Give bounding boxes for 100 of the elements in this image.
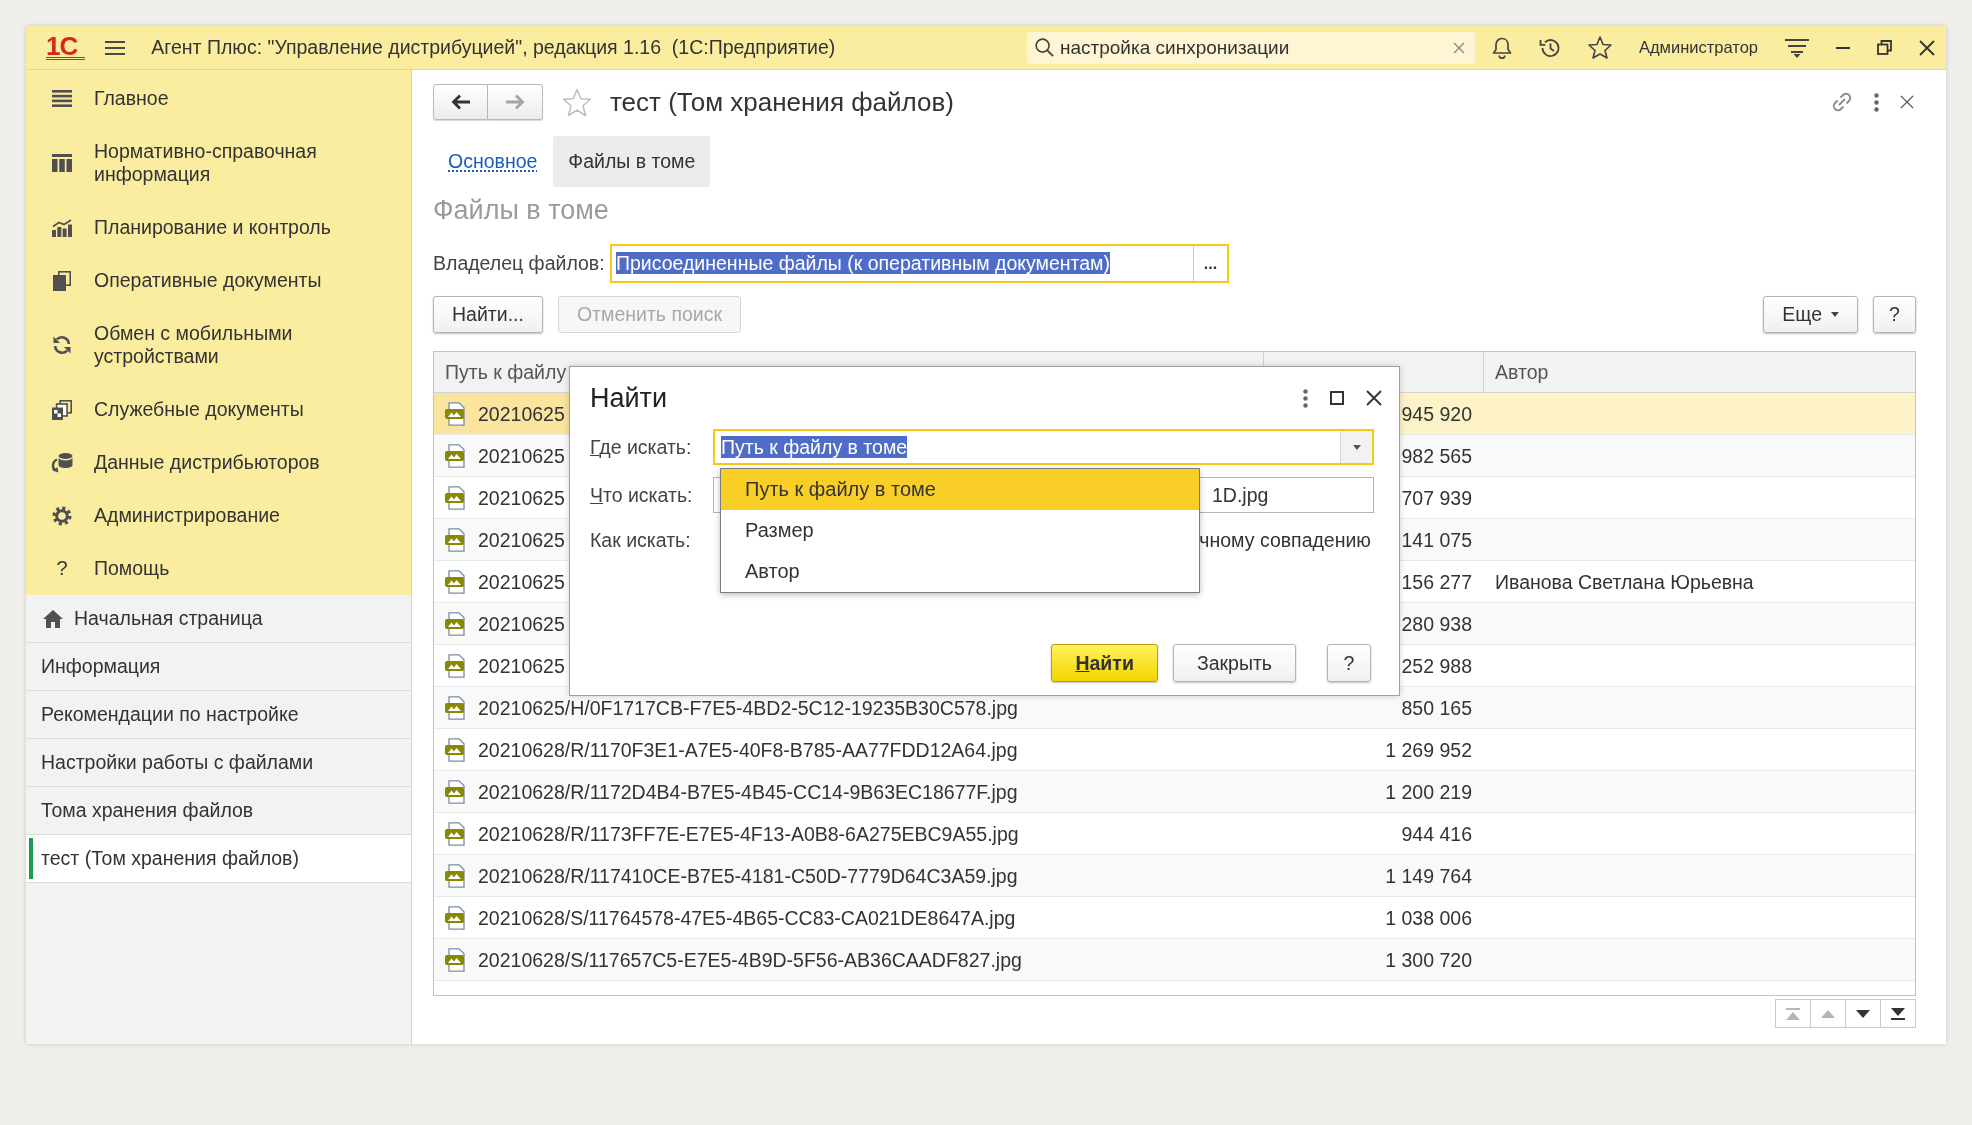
open-page-tab[interactable]: Информация	[26, 643, 411, 691]
caret-icon	[1831, 312, 1839, 317]
dropdown-field[interactable]: Путь к файлу в томе	[713, 429, 1374, 465]
back-button[interactable]	[433, 84, 488, 120]
help-button[interactable]: ?	[1327, 644, 1371, 682]
search-field[interactable]: настройка синхронизации	[1026, 31, 1475, 64]
minimize-icon[interactable]	[1836, 46, 1850, 49]
image-file-icon	[445, 569, 467, 594]
page-title: тест (Том хранения файлов)	[610, 86, 954, 118]
file-path: 20210628/S/11764578-47E5-4B65-CC83-CA021DE8647A.jpg	[478, 907, 1016, 928]
sidebar-item[interactable]: Администрирование	[26, 489, 411, 542]
open-page-tab[interactable]: тест (Том хранения файлов)	[26, 835, 411, 883]
image-file-icon	[445, 947, 467, 972]
lines-caret-icon[interactable]	[1785, 37, 1809, 58]
sidebar-item[interactable]: Служебные документы	[26, 383, 411, 436]
file-path: 20210625	[478, 529, 565, 550]
field-label: Где искать:	[590, 435, 693, 459]
file-size: 850 165	[1401, 696, 1472, 719]
sidebar-item[interactable]: ? Помощь	[26, 542, 411, 595]
file-size: 982 565	[1401, 444, 1472, 467]
field-label: Владелец файлов:	[433, 252, 606, 275]
file-size: 141 075	[1401, 528, 1472, 551]
file-path: 20210628/R/1173FF7E-E7E5-4F13-A0B8-6A275EBC9A55.jpg	[478, 823, 1019, 844]
open-page-tab[interactable]: Рекомендации по настройке	[26, 691, 411, 739]
clear-icon[interactable]	[1452, 41, 1465, 54]
sidebar-item[interactable]: Данные дистрибьюторов	[26, 436, 411, 489]
star-icon[interactable]	[562, 87, 592, 117]
file-path: 20210625	[478, 655, 565, 676]
section-title: Файлы в томе	[433, 195, 610, 225]
find-button[interactable]: Найти	[1051, 644, 1158, 682]
table-row[interactable]: 20210628/R/1172D4B4-B7E5-4B45-CC14-9B63EC18677F.jpg 1 200 219	[434, 771, 1915, 813]
file-size: 1 200 219	[1385, 780, 1472, 803]
file-path: 20210625	[478, 571, 565, 592]
author-name: Иванова Светлана Юрьевна	[1495, 570, 1754, 593]
image-file-icon	[445, 905, 467, 930]
file-size: 1 269 952	[1385, 738, 1472, 761]
file-path: 20210628/S/117657C5-E7E5-4B9D-5F56-AB36CAADF827.jpg	[478, 949, 1022, 970]
bell-icon[interactable]	[1491, 36, 1512, 59]
close-icon[interactable]	[1900, 95, 1914, 109]
image-file-icon	[445, 779, 467, 804]
user-name[interactable]: Администратор	[1638, 38, 1758, 57]
documents-icon	[53, 270, 71, 291]
file-path: 20210625	[478, 613, 565, 634]
sidebar-item[interactable]: Нормативно-справочная информация	[26, 125, 411, 201]
file-size: 945 920	[1401, 402, 1472, 425]
dropdown-option[interactable]: Автор	[721, 551, 1199, 592]
image-file-icon	[445, 485, 467, 510]
more-icon[interactable]	[1303, 388, 1308, 408]
home-icon	[43, 609, 63, 628]
scroll-button[interactable]	[1845, 999, 1881, 1028]
menu-icon[interactable]	[105, 40, 126, 55]
column-header[interactable]: Автор	[1484, 352, 1915, 392]
star-icon[interactable]	[1587, 36, 1612, 59]
image-file-icon	[445, 443, 467, 468]
dialog-title: Найти	[590, 382, 668, 414]
file-size: 252 988	[1401, 654, 1472, 677]
table-row[interactable]: 20210628/R/117410CE-B7E5-4181-C50D-7779D64C3A59.jpg 1 149 764	[434, 855, 1915, 897]
close-icon[interactable]	[1919, 39, 1935, 56]
dialog-button[interactable]: Закрыть	[1172, 644, 1296, 682]
history-icon[interactable]	[1538, 36, 1561, 59]
sidebar-item[interactable]: Главное	[26, 72, 411, 125]
tab[interactable]: Основное	[433, 136, 553, 187]
toolbar-button[interactable]: Найти...	[433, 296, 543, 333]
file-path: 20210625	[478, 403, 565, 424]
caret-down-icon	[1856, 1009, 1870, 1018]
file-path: 20210628/R/1172D4B4-B7E5-4B45-CC14-9B63EC18677F.jpg	[478, 781, 1018, 802]
search-icon	[1034, 38, 1054, 57]
open-page-tab[interactable]: Настройки работы с файлами	[26, 739, 411, 787]
table-row[interactable]: 20210628/S/117657C5-E7E5-4B9D-5F56-AB36CAADF827.jpg 1 300 720	[434, 939, 1915, 981]
maximize-icon[interactable]	[1330, 391, 1344, 405]
choice-button[interactable]: ...	[1193, 246, 1227, 281]
sidebar-item[interactable]: Обмен с мобильными устройствами	[26, 307, 411, 383]
tab[interactable]: Файлы в томе	[553, 136, 711, 187]
scroll-button[interactable]	[1880, 999, 1916, 1028]
image-file-icon	[445, 401, 467, 426]
help-mark: ?	[56, 557, 68, 580]
radio-option[interactable]: чному совпадению	[1199, 528, 1374, 552]
file-size: 1 149 764	[1385, 864, 1472, 887]
more-icon[interactable]	[1874, 92, 1879, 112]
shelf-icon	[52, 154, 72, 172]
file-size: 1 038 006	[1385, 906, 1472, 929]
help-button[interactable]: ?	[1873, 296, 1916, 333]
image-file-icon	[445, 737, 467, 762]
stacked-documents-icon	[52, 399, 72, 420]
database-icon	[51, 452, 73, 473]
dropdown-option[interactable]: Путь к файлу в томе	[721, 469, 1199, 510]
sidebar-item[interactable]: Планирование и контроль	[26, 201, 411, 254]
menu-button[interactable]: Еще	[1763, 296, 1858, 333]
file-size: 156 277	[1401, 570, 1472, 593]
open-page-tab[interactable]: Начальная страница	[26, 595, 411, 643]
image-file-icon	[445, 821, 467, 846]
dropdown-option[interactable]: Размер	[721, 510, 1199, 551]
owner-field[interactable]: Присоединенные файлы (к оперативным документам) ...	[610, 244, 1229, 283]
caret-down-bar-icon	[1890, 1007, 1906, 1020]
close-icon[interactable]	[1366, 390, 1382, 406]
restore-icon[interactable]	[1877, 40, 1892, 55]
sidebar-item[interactable]: Оперативные документы	[26, 254, 411, 307]
link-icon[interactable]	[1831, 91, 1853, 113]
app-logo: 1С	[46, 35, 86, 60]
field-label: Что искать:	[590, 483, 694, 507]
